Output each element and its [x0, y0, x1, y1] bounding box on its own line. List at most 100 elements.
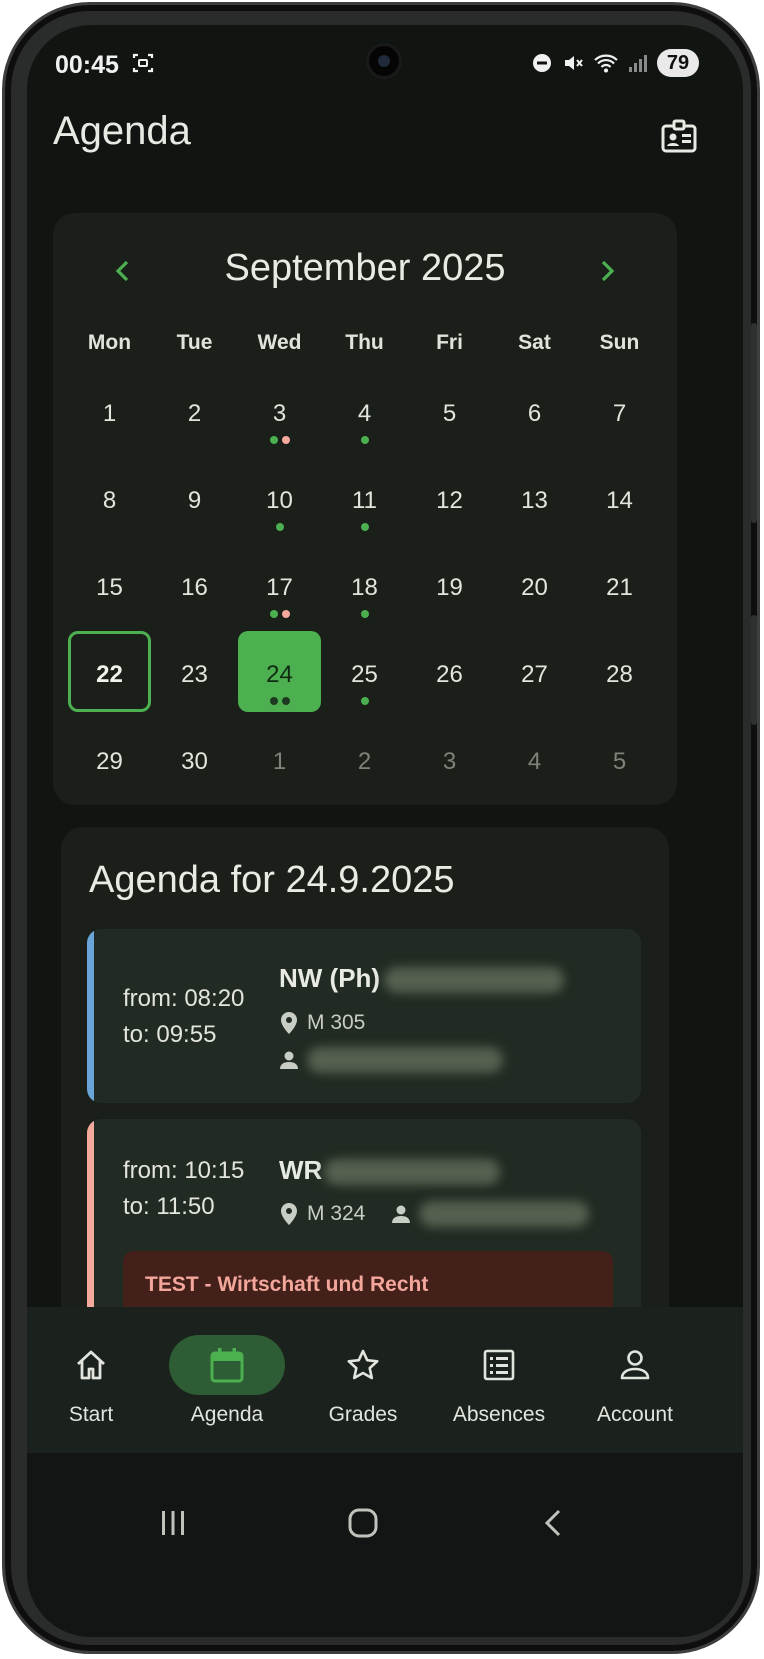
calendar-day[interactable]: 13: [493, 457, 576, 538]
id-card-button[interactable]: [655, 113, 703, 161]
event-dot: [360, 610, 369, 618]
event-dots: [323, 523, 406, 531]
lesson-time: from: 10:15 to: 11:50: [123, 1153, 244, 1225]
calendar-day[interactable]: 10: [238, 457, 321, 538]
screen: 00:45 79 Agenda September 2025 Mon Tue W…: [27, 25, 743, 1637]
calendar-day[interactable]: 27: [493, 631, 576, 712]
calendar-day-number: 25: [351, 661, 378, 688]
calendar-day[interactable]: 26: [408, 631, 491, 712]
phone-frame: 00:45 79 Agenda September 2025 Mon Tue W…: [2, 2, 760, 1654]
calendar-day[interactable]: 25: [323, 631, 406, 712]
nav-agenda[interactable]: Agenda: [157, 1331, 297, 1431]
calendar-day[interactable]: 30: [153, 718, 236, 799]
calendar-day[interactable]: 5: [578, 718, 661, 799]
calendar-day[interactable]: 19: [408, 544, 491, 625]
nav-start[interactable]: Start: [27, 1331, 161, 1431]
weekday-header: Mon Tue Wed Thu Fri Sat Sun: [67, 331, 663, 355]
event-dot: [360, 697, 369, 705]
calendar-day[interactable]: 21: [578, 544, 661, 625]
calendar-day[interactable]: 16: [153, 544, 236, 625]
nav-account-indicator: [577, 1335, 693, 1395]
mute-icon: [565, 56, 583, 70]
calendar-day[interactable]: 11: [323, 457, 406, 538]
recent-apps-button[interactable]: [143, 1493, 203, 1553]
calendar-day[interactable]: 1: [68, 370, 151, 451]
calendar-day[interactable]: 12: [408, 457, 491, 538]
front-camera: [366, 43, 402, 79]
calendar-day-number: 7: [612, 400, 627, 427]
wifi-icon: [594, 54, 618, 73]
nav-start-indicator: [33, 1335, 149, 1395]
calendar-day[interactable]: 20: [493, 544, 576, 625]
calendar-day[interactable]: 8: [68, 457, 151, 538]
weekday-label: Wed: [257, 331, 302, 354]
power-button: [751, 615, 757, 725]
exam-label: TEST - Wirtschaft und Recht: [145, 1273, 429, 1296]
lesson-time: from: 08:20 to: 09:55: [123, 981, 244, 1053]
calendar-day-number: 26: [436, 661, 463, 688]
redacted-teacher-name: [419, 1201, 590, 1227]
status-bar: 00:45 79: [27, 25, 743, 95]
calendar-day-selected[interactable]: 24: [238, 631, 321, 712]
calendar-day[interactable]: 4: [323, 370, 406, 451]
calendar-day[interactable]: 9: [153, 457, 236, 538]
calendar-day-number: 2: [357, 748, 372, 775]
calendar-day[interactable]: 17: [238, 544, 321, 625]
lesson-subject-code: NW (Ph): [279, 963, 381, 993]
calendar-day-number: 20: [521, 574, 548, 601]
next-month-button[interactable]: [585, 249, 629, 293]
calendar-day[interactable]: 2: [323, 718, 406, 799]
nav-absences[interactable]: Absences: [429, 1331, 569, 1431]
lesson-subject-code: WR: [279, 1155, 323, 1185]
event-dot: [269, 610, 278, 618]
lesson-to: to: 09:55: [123, 1021, 217, 1048]
redacted-teacher-name: [307, 1047, 503, 1073]
calendar-day[interactable]: 18: [323, 544, 406, 625]
location-pin-icon: [281, 1203, 297, 1225]
calendar-day[interactable]: 23: [153, 631, 236, 712]
calendar-day[interactable]: 3: [238, 370, 321, 451]
event-dots: [323, 610, 406, 618]
home-icon: [77, 1350, 105, 1380]
lesson-card[interactable]: from: 08:20 to: 09:55 NW (Ph) M 305: [87, 929, 641, 1103]
calendar-day[interactable]: 14: [578, 457, 661, 538]
signal-icon: [629, 55, 647, 72]
nav-grades[interactable]: Grades: [293, 1331, 433, 1431]
calendar-day-number: 9: [187, 487, 202, 514]
calendar-day[interactable]: 2: [153, 370, 236, 451]
event-dots: [238, 436, 321, 444]
calendar-day[interactable]: 5: [408, 370, 491, 451]
calendar-day[interactable]: 6: [493, 370, 576, 451]
calendar-day-number: 28: [606, 661, 633, 688]
lesson-room: M 305: [279, 1011, 365, 1035]
calendar-day-number: 1: [272, 748, 287, 775]
back-button[interactable]: [525, 1493, 585, 1553]
calendar-day-number: 10: [266, 487, 293, 514]
home-circle-icon: [348, 1508, 378, 1538]
calendar-day-number: 4: [527, 748, 542, 775]
calendar-day[interactable]: 7: [578, 370, 661, 451]
calendar-day-number: 5: [442, 400, 457, 427]
recent-apps-icon: [162, 1511, 184, 1535]
weekday-label: Sat: [518, 331, 551, 354]
calendar-day-number: 6: [527, 400, 542, 427]
battery-indicator: 79: [657, 49, 699, 77]
event-dot: [360, 436, 369, 444]
calendar-day-today[interactable]: 22: [68, 631, 151, 712]
calendar-day-number: 3: [272, 400, 287, 427]
event-dots: [238, 523, 321, 531]
calendar-card: September 2025 Mon Tue Wed Thu Fri Sat Sun 123…: [53, 213, 677, 805]
calendar-day[interactable]: 3: [408, 718, 491, 799]
person-icon: [392, 1205, 411, 1223]
redacted-subject-name: [384, 967, 565, 994]
nav-account[interactable]: Account: [565, 1331, 705, 1431]
calendar-day[interactable]: 29: [68, 718, 151, 799]
dnd-icon: [533, 54, 551, 72]
calendar-day[interactable]: 15: [68, 544, 151, 625]
bottom-navigation: Start Agenda Grades Absences Account: [27, 1307, 743, 1453]
calendar-day[interactable]: 1: [238, 718, 321, 799]
weekday-label: Sun: [599, 331, 640, 354]
calendar-day[interactable]: 28: [578, 631, 661, 712]
home-button[interactable]: [333, 1493, 393, 1553]
calendar-day[interactable]: 4: [493, 718, 576, 799]
